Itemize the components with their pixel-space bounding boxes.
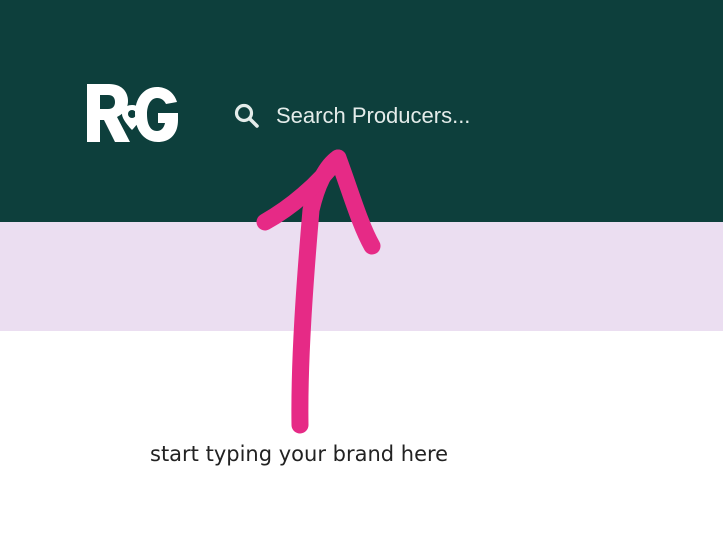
site-header [0, 0, 723, 222]
rg-logo-icon[interactable] [83, 78, 181, 148]
search-bar[interactable] [232, 98, 552, 134]
hint-text: start typing your brand here [150, 442, 449, 466]
lavender-band [0, 222, 723, 331]
search-input[interactable] [276, 103, 536, 129]
search-icon[interactable] [232, 101, 262, 131]
